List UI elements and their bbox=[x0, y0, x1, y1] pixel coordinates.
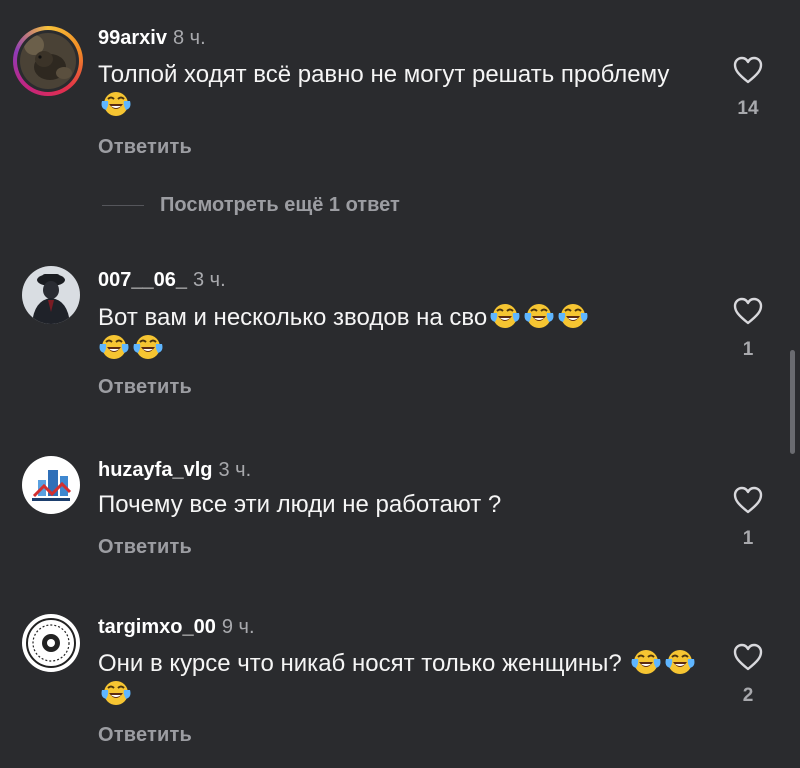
view-more-replies-label[interactable]: Посмотреть ещё 1 ответ bbox=[160, 194, 400, 217]
like-control: 1 bbox=[728, 486, 768, 550]
heart-icon[interactable] bbox=[733, 486, 763, 514]
avatar[interactable] bbox=[22, 266, 80, 324]
comment-meta: 007__06_ 3 ч. bbox=[98, 268, 226, 292]
buildings-logo-avatar-icon bbox=[22, 456, 80, 514]
comment-text: Вот вам и несколько зводов на сво bbox=[98, 302, 698, 364]
face-with-tears-of-joy-icon bbox=[100, 679, 132, 707]
heart-icon[interactable] bbox=[733, 297, 763, 325]
reply-button[interactable]: Ответить bbox=[98, 376, 192, 399]
face-with-tears-of-joy-icon bbox=[132, 333, 164, 361]
heart-icon[interactable] bbox=[733, 643, 763, 671]
like-count: 2 bbox=[742, 685, 754, 706]
face-with-tears-of-joy-icon bbox=[630, 648, 662, 676]
timestamp: 3 ч. bbox=[218, 459, 252, 481]
face-with-tears-of-joy-icon bbox=[489, 302, 521, 330]
timestamp: 8 ч. bbox=[172, 27, 206, 49]
like-control: 14 bbox=[728, 56, 768, 120]
heart-icon[interactable] bbox=[733, 56, 763, 84]
comment-text-content: Они в курсе что никаб носят только женщи… bbox=[98, 650, 622, 677]
username[interactable]: targimxo_00 bbox=[98, 616, 216, 638]
timestamp: 9 ч. bbox=[221, 616, 255, 638]
username[interactable]: huzayfa_vlg bbox=[98, 459, 212, 481]
rat-photo-avatar-icon bbox=[20, 33, 76, 89]
scrollbar[interactable] bbox=[790, 350, 795, 454]
thread-line bbox=[102, 205, 144, 206]
comment-meta: huzayfa_vlg 3 ч. bbox=[98, 458, 251, 482]
timestamp: 3 ч. bbox=[192, 269, 226, 291]
comment-text: Толпой ходят всё равно не могут решать п… bbox=[98, 60, 698, 121]
like-count: 1 bbox=[742, 339, 754, 360]
face-with-tears-of-joy-icon bbox=[664, 648, 696, 676]
face-with-tears-of-joy-icon bbox=[557, 302, 589, 330]
comment-text-content: Вот вам и несколько зводов на сво bbox=[98, 304, 488, 331]
face-with-tears-of-joy-icon bbox=[98, 333, 130, 361]
username[interactable]: 007__06_ bbox=[98, 269, 187, 291]
reply-button[interactable]: Ответить bbox=[98, 136, 192, 159]
avatar[interactable] bbox=[22, 456, 80, 514]
reply-button[interactable]: Ответить bbox=[98, 724, 192, 747]
avatar[interactable] bbox=[22, 614, 80, 672]
man-in-hat-avatar-icon bbox=[22, 266, 80, 324]
comment-text-content: Почему все эти люди не работают ? bbox=[98, 491, 502, 518]
comment-text: Они в курсе что никаб носят только женщи… bbox=[98, 648, 698, 710]
like-control: 2 bbox=[728, 643, 768, 707]
circular-emblem-avatar-icon bbox=[22, 614, 80, 672]
reply-button[interactable]: Ответить bbox=[98, 536, 192, 559]
comment-text: Почему все эти люди не работают ? bbox=[98, 490, 698, 520]
like-count: 14 bbox=[737, 98, 759, 119]
face-with-tears-of-joy-icon bbox=[523, 302, 555, 330]
comment-text-content: Толпой ходят всё равно не могут решать п… bbox=[98, 61, 670, 88]
like-control: 1 bbox=[728, 297, 768, 361]
avatar[interactable] bbox=[13, 26, 83, 96]
comments-screen: 99arxiv 8 ч. Толпой ходят всё равно не мо… bbox=[0, 0, 800, 768]
face-with-tears-of-joy-icon bbox=[100, 90, 132, 118]
comment-meta: 99arxiv 8 ч. bbox=[98, 26, 206, 50]
username[interactable]: 99arxiv bbox=[98, 27, 167, 49]
like-count: 1 bbox=[742, 528, 754, 549]
comment-meta: targimxo_00 9 ч. bbox=[98, 615, 255, 639]
